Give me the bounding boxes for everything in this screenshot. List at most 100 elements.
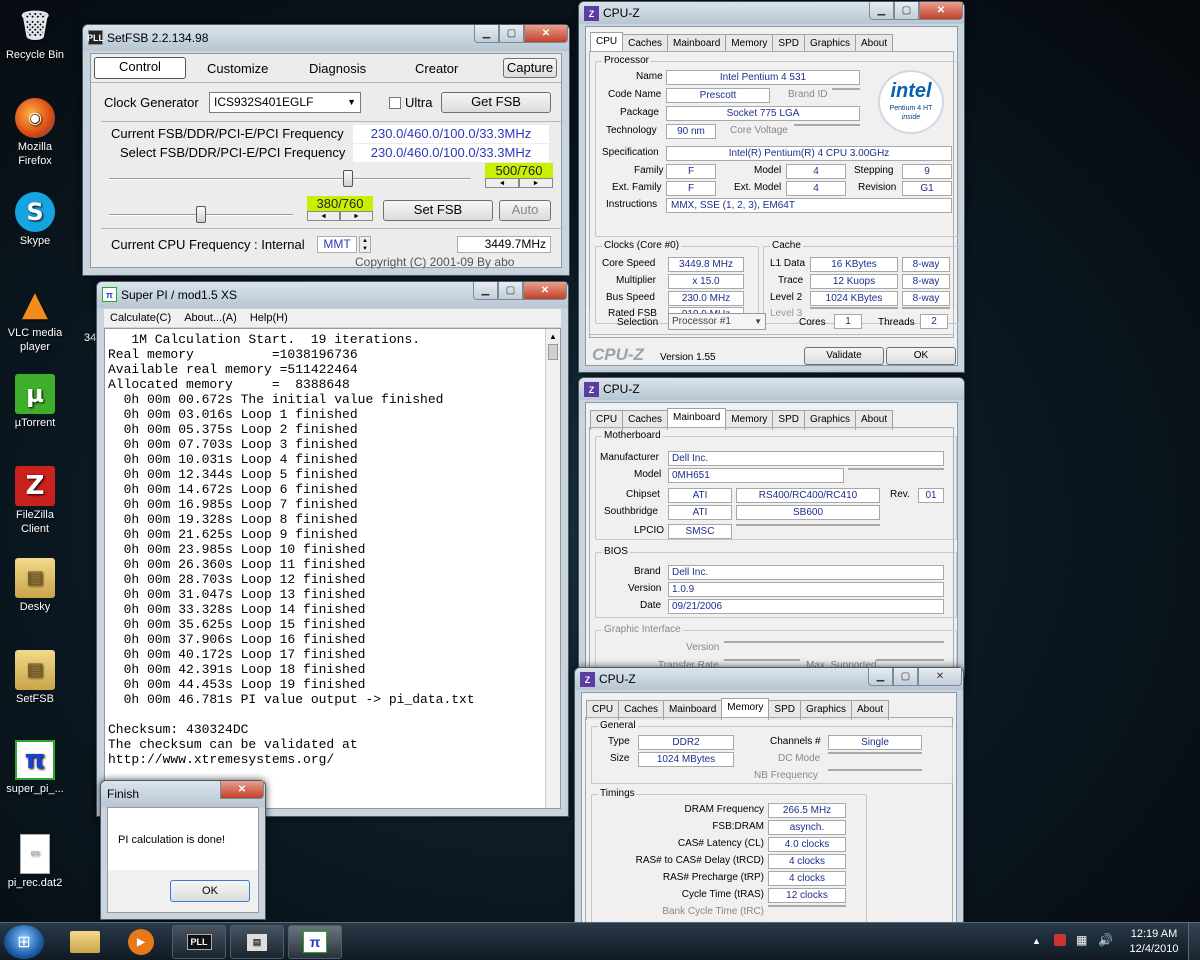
menu-about[interactable]: About...(A) xyxy=(184,312,237,324)
tab-cpu[interactable]: CPU xyxy=(590,32,624,52)
desktop-icon-skype[interactable]: S Skype xyxy=(2,192,68,248)
bus-speed-label: Bus Speed xyxy=(606,292,655,303)
minimize-button[interactable]: ▁ xyxy=(869,2,894,20)
multiplier-value: x 15.0 xyxy=(668,274,744,289)
dc-mode-label: DC Mode xyxy=(778,753,821,764)
tab-diagnosis[interactable]: Diagnosis xyxy=(309,62,366,75)
tab-mainboard[interactable]: Mainboard xyxy=(667,408,727,428)
desktop-icon-pi-rec[interactable]: ▭ pi_rec.dat2 xyxy=(2,834,68,890)
taskbar-cpuz[interactable]: ▤ xyxy=(230,925,284,959)
output-area[interactable]: 1M Calculation Start. 19 iterations. Real… xyxy=(104,328,561,809)
revision-label: Rev. xyxy=(890,489,910,500)
tab-customize[interactable]: Customize xyxy=(207,62,268,75)
output-line: Real memory =1038196736 xyxy=(108,347,358,362)
output-line: 0h 00m 23.985s Loop 10 finished xyxy=(108,542,366,557)
fsb-slider-stepper[interactable]: ◄ ► xyxy=(485,178,553,188)
close-button[interactable]: ✕ xyxy=(918,668,962,686)
mmt-spinner[interactable]: ▲ ▼ xyxy=(359,236,371,253)
set-fsb-button[interactable]: Set FSB xyxy=(383,200,493,221)
window-title: CPU-Z xyxy=(603,382,640,396)
auto-button[interactable]: Auto xyxy=(499,200,551,221)
desktop-icon-label: SetFSB xyxy=(16,693,54,705)
taskbar-media-player[interactable]: ▶ xyxy=(114,925,168,959)
desktop-icon-vlc[interactable]: ▲ VLC media player xyxy=(2,284,68,354)
minimize-button[interactable]: ▁ xyxy=(474,25,499,43)
maximize-button[interactable]: ▢ xyxy=(499,25,524,43)
volume-icon[interactable]: 🔊 xyxy=(1098,933,1113,947)
close-button[interactable]: ✕ xyxy=(524,25,568,43)
desktop-icon-filezilla[interactable]: Z FileZilla Client xyxy=(2,466,68,536)
title-bar[interactable]: Z CPU-Z ▁ ▢ ✕ xyxy=(579,2,964,24)
ok-button[interactable]: OK xyxy=(886,347,956,365)
desktop-icon-superpi[interactable]: π super_pi_... xyxy=(2,740,68,796)
pll-app-icon: PLL xyxy=(186,934,212,950)
title-bar[interactable]: Z CPU-Z xyxy=(579,378,964,400)
action-center-icon[interactable] xyxy=(1054,934,1066,946)
close-button[interactable]: ✕ xyxy=(220,781,264,799)
maximize-button[interactable]: ▢ xyxy=(894,2,919,20)
desktop-icon-label: Skype xyxy=(19,235,51,247)
timings-group: Timings DRAM Frequency 266.5 MHz FSB:DRAM a… xyxy=(591,788,867,934)
super-pi-icon: π xyxy=(102,287,117,302)
desktop-icon-setfsb[interactable]: ▤ SetFSB xyxy=(2,650,68,706)
clock[interactable]: 12:19 AM 12/4/2010 xyxy=(1126,927,1182,957)
validate-button[interactable]: Validate xyxy=(804,347,884,365)
desktop-icon-label: FileZilla Client xyxy=(16,509,54,535)
brand-id-value xyxy=(832,88,860,90)
desktop-icon-desky[interactable]: ▤ Desky xyxy=(2,558,68,614)
menu-calculate[interactable]: Calculate(C) xyxy=(110,312,171,324)
pci-slider-thumb[interactable] xyxy=(196,206,206,223)
bios-date-value: 09/21/2006 xyxy=(668,599,944,614)
southbridge-vendor-value: ATI xyxy=(668,505,732,520)
level2-ways: 8-way xyxy=(902,291,950,306)
network-icon[interactable]: ▦ xyxy=(1076,933,1087,947)
processor-select[interactable]: Processor #1 ▼ xyxy=(668,313,766,330)
title-bar[interactable]: Finish ✕ xyxy=(101,781,265,807)
windows-start-button[interactable]: ⊞ xyxy=(4,925,44,959)
minimize-button[interactable]: ▁ xyxy=(473,282,498,300)
window-title: SetFSB 2.2.134.98 xyxy=(107,31,209,45)
channels-label: Channels # xyxy=(770,736,821,747)
fsb-slider-track[interactable] xyxy=(109,178,471,180)
maximize-button[interactable]: ▢ xyxy=(893,668,918,686)
output-line: 0h 00m 03.016s Loop 1 finished xyxy=(108,407,358,422)
mmt-field[interactable]: MMT xyxy=(317,236,357,253)
minimize-button[interactable]: ▁ xyxy=(868,668,893,686)
menu-help[interactable]: Help(H) xyxy=(250,312,288,324)
family-label: Family xyxy=(634,165,664,176)
cores-value: 1 xyxy=(834,314,862,329)
desktop-icon-recycle-bin[interactable]: 🗑 Recycle Bin xyxy=(2,6,68,62)
tab-creator[interactable]: Creator xyxy=(415,62,458,75)
title-bar[interactable]: Z CPU-Z ▁ ▢ ✕ xyxy=(575,668,963,690)
desktop-icon-utorrent[interactable]: µ µTorrent xyxy=(2,374,68,430)
taskbar-setfsb[interactable]: PLL xyxy=(172,925,226,959)
ultra-checkbox[interactable] xyxy=(389,97,401,109)
clock-generator-select[interactable]: ICS932S401EGLF ▼ xyxy=(209,92,361,113)
title-bar[interactable]: π Super PI / mod1.5 XS ▁ ▢ ✕ xyxy=(97,282,568,308)
title-bar[interactable]: PLL SetFSB 2.2.134.98 ▁ ▢ ✕ xyxy=(83,25,569,51)
ok-button[interactable]: OK xyxy=(170,880,250,902)
vertical-scrollbar[interactable]: ▲ xyxy=(545,329,560,808)
family-value: F xyxy=(666,164,716,179)
fsb-slider-thumb[interactable] xyxy=(342,170,353,187)
lpcio-value: SMSC xyxy=(668,524,732,539)
tab-memory[interactable]: Memory xyxy=(721,698,770,718)
maximize-button[interactable]: ▢ xyxy=(498,282,523,300)
desktop-icon-firefox[interactable]: ◉ Mozilla Firefox xyxy=(2,98,68,168)
southbridge-label: Southbridge xyxy=(604,506,658,517)
get-fsb-button[interactable]: Get FSB xyxy=(441,92,551,113)
close-button[interactable]: ✕ xyxy=(919,2,963,20)
group-title: General xyxy=(598,720,638,731)
taskbar-explorer[interactable] xyxy=(58,925,112,959)
show-desktop-button[interactable] xyxy=(1188,923,1200,960)
show-hidden-icons-button[interactable]: ▲ xyxy=(1032,936,1041,946)
output-line: 0h 00m 44.453s Loop 19 finished xyxy=(108,677,366,692)
tab-control[interactable]: Control xyxy=(94,57,186,79)
group-title: Timings xyxy=(598,788,637,799)
capture-button[interactable]: Capture xyxy=(503,58,557,78)
pci-slider-stepper[interactable]: ◄ ► xyxy=(307,211,373,221)
close-button[interactable]: ✕ xyxy=(523,282,567,300)
revision-label: Revision xyxy=(858,182,897,193)
timing-label: DRAM Frequency xyxy=(684,804,764,815)
taskbar-superpi[interactable]: π xyxy=(288,925,342,959)
